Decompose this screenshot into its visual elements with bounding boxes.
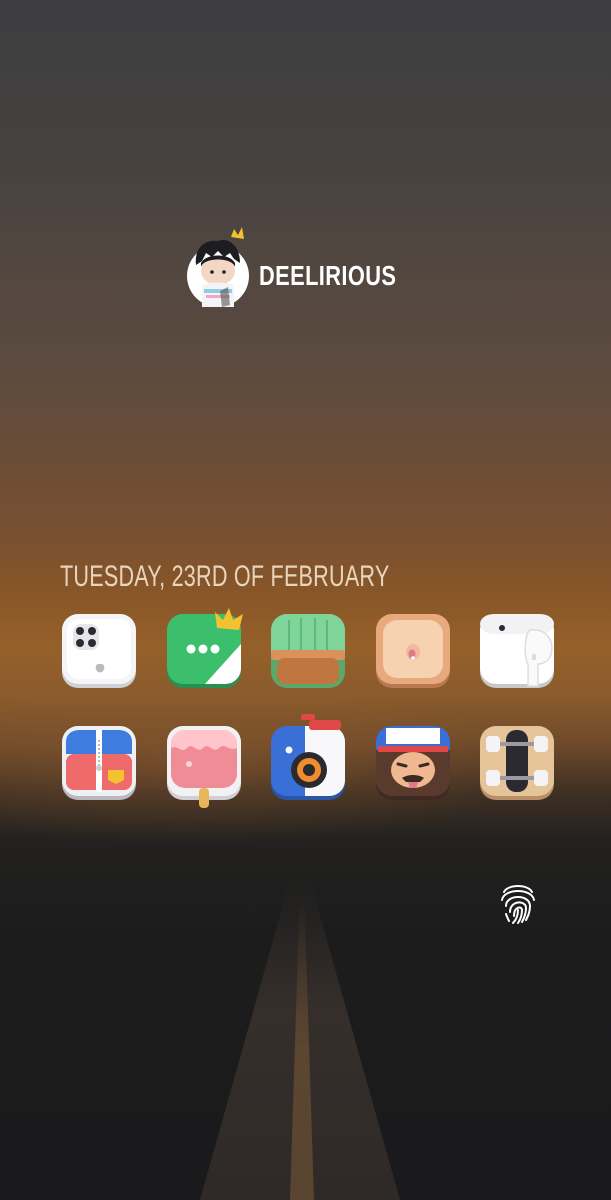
popsicle-icon[interactable] bbox=[166, 726, 241, 808]
camera-app-icon[interactable] bbox=[271, 714, 345, 800]
wallpaper-road-line bbox=[290, 900, 314, 1200]
earbuds-case-icon[interactable] bbox=[480, 614, 554, 688]
fingerprint-icon[interactable] bbox=[500, 878, 536, 924]
bowl-icon[interactable] bbox=[375, 614, 450, 688]
backpack-zipper-icon[interactable] bbox=[62, 726, 136, 800]
messages-crown-icon[interactable] bbox=[166, 608, 243, 688]
date-label: TUESDAY, 23RD OF FEBRUARY bbox=[60, 560, 390, 593]
profile-header: DEELIRIOUS bbox=[187, 227, 435, 307]
skateboard-icon[interactable] bbox=[480, 726, 554, 800]
app-grid bbox=[62, 608, 554, 808]
cactus-pot-icon[interactable] bbox=[271, 614, 345, 688]
phone-device-icon[interactable] bbox=[62, 614, 136, 688]
cap-character-icon[interactable] bbox=[375, 726, 450, 800]
character-avatar-icon[interactable] bbox=[187, 227, 249, 307]
brand-name: DEELIRIOUS bbox=[259, 260, 397, 291]
wallpaper-road bbox=[200, 880, 400, 1200]
